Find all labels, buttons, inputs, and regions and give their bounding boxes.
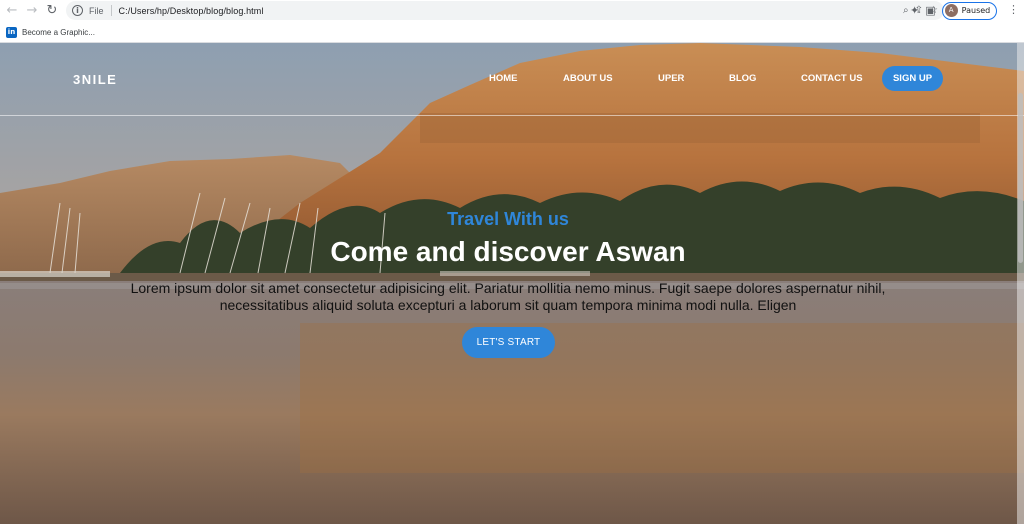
zoom-icon[interactable]: ⌕ [903, 5, 909, 16]
nav-uper[interactable]: UPER [658, 73, 684, 84]
back-icon[interactable]: ← [2, 1, 22, 21]
profile-button[interactable]: A Paused [941, 1, 998, 20]
hero-kicker: Travel With us [447, 209, 569, 229]
menu-kebab-icon[interactable]: ⋮ [1008, 3, 1019, 16]
hero-headline: Come and discover Aswan [330, 236, 686, 267]
nav-contact-us[interactable]: CONTACT US [801, 73, 863, 84]
nav-about-us[interactable]: ABOUT US [563, 73, 613, 84]
reload-icon[interactable]: ↻ [42, 1, 62, 21]
linkedin-icon: in [6, 26, 17, 38]
omnibox-separator [110, 5, 112, 16]
lets-start-button[interactable]: LET'S START [462, 327, 555, 358]
browser-chrome: ← → ↻ i File C:/Users/hp/Desktop/blog/bl… [0, 0, 1024, 43]
signup-button[interactable]: SIGN UP [882, 66, 943, 91]
forward-icon[interactable]: → [22, 1, 42, 21]
hero-section: 3NILE HOME ABOUT US UPER BLOG CONTACT US… [0, 43, 1024, 524]
bookmarks-bar: in Become a Graphic... [0, 22, 1024, 43]
header-divider [0, 115, 1024, 116]
bookmark-item[interactable]: Become a Graphic... [22, 28, 95, 37]
profile-status: Paused [961, 6, 991, 15]
extensions-area: ✦ ▣ A Paused [910, 1, 998, 20]
info-icon[interactable]: i [72, 5, 83, 16]
browser-toolbar: ← → ↻ i File C:/Users/hp/Desktop/blog/bl… [0, 0, 1024, 21]
site-logo[interactable]: 3NILE [73, 72, 117, 87]
side-panel-icon[interactable]: ▣ [925, 4, 935, 17]
nav-blog[interactable]: BLOG [729, 73, 756, 84]
nav-home[interactable]: HOME [489, 73, 518, 84]
extensions-puzzle-icon[interactable]: ✦ [910, 4, 919, 17]
url-text[interactable]: C:/Users/hp/Desktop/blog/blog.html [119, 6, 264, 16]
address-bar[interactable]: i File C:/Users/hp/Desktop/blog/blog.htm… [66, 1, 944, 20]
page-scrollbar[interactable] [1017, 43, 1024, 524]
scrollbar-thumb[interactable] [1018, 93, 1023, 263]
hero-body: Lorem ipsum dolor sit amet consectetur a… [130, 280, 886, 313]
avatar: A [944, 4, 958, 17]
scheme-label: File [89, 5, 104, 16]
